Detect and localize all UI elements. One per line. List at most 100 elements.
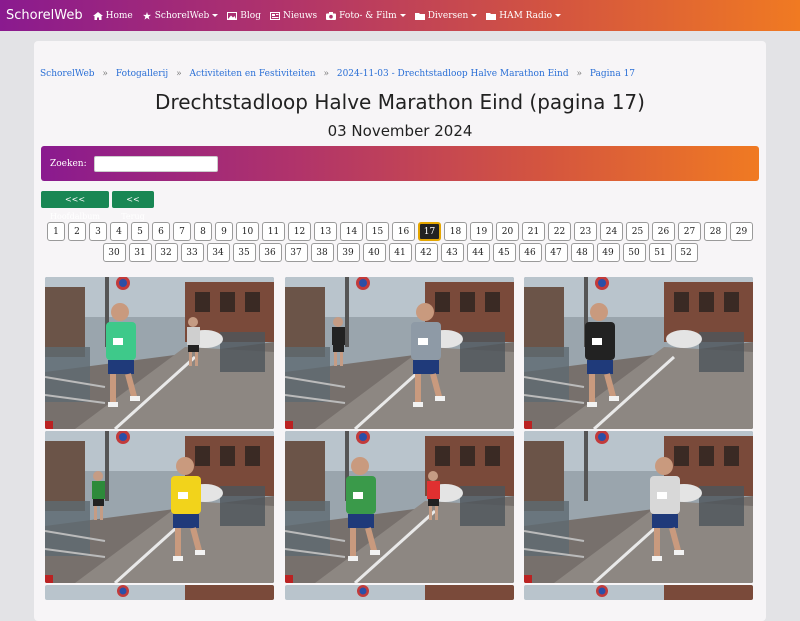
page-link-32[interactable]: 32 [154, 243, 178, 262]
nav-item-diversen[interactable]: Diversen [414, 10, 478, 21]
photo-thumbnail[interactable] [285, 585, 514, 600]
page-link-17[interactable]: 17 [418, 222, 441, 241]
page-link-15[interactable]: 15 [366, 222, 389, 241]
page-link-11[interactable]: 11 [262, 222, 285, 241]
back-button[interactable]: << Terug [112, 191, 154, 221]
page-link-7[interactable]: 7 [173, 222, 191, 241]
page-link-4[interactable]: 4 [110, 222, 128, 241]
nav-item-ham-radio[interactable]: HAM Radio [486, 10, 562, 21]
photo-thumbnail[interactable] [285, 277, 514, 429]
page-link-12[interactable]: 12 [288, 222, 311, 241]
page-link-26[interactable]: 26 [652, 222, 675, 241]
chevron-down-icon [212, 14, 219, 17]
page-link-40[interactable]: 40 [362, 243, 386, 262]
nav-item-blog[interactable]: Blog [227, 11, 261, 21]
pagination-row-2: 30 31 32 33 34 35 36 37 38 39 40 41 42 43 44 45 46 47 48 49… [0, 243, 800, 262]
photo-thumbnail[interactable] [524, 585, 753, 600]
page-link-22[interactable]: 22 [548, 222, 571, 241]
photo-thumbnail[interactable] [524, 277, 753, 429]
page-link-35[interactable]: 35 [232, 243, 256, 262]
search-input[interactable] [93, 155, 218, 172]
page-link-24[interactable]: 24 [600, 222, 623, 241]
chevron-down-icon [399, 14, 406, 17]
page-link-50[interactable]: 50 [622, 243, 646, 262]
page-link-46[interactable]: 46 [518, 243, 542, 262]
nav-item-schorelweb-label: SchorelWeb [154, 10, 210, 21]
page-link-39[interactable]: 39 [336, 243, 360, 262]
newspaper-icon [269, 11, 280, 20]
page-link-36[interactable]: 36 [258, 243, 282, 262]
page-link-49[interactable]: 49 [596, 243, 620, 262]
page-link-16[interactable]: 16 [392, 222, 415, 241]
main-album-button[interactable]: <<< Hoofdalbum [41, 191, 109, 221]
navbar-brand[interactable]: SchorelWeb [6, 8, 83, 23]
page-link-47[interactable]: 47 [544, 243, 568, 262]
page-link-45[interactable]: 45 [492, 243, 516, 262]
page-link-1[interactable]: 1 [47, 222, 65, 241]
page-link-48[interactable]: 48 [570, 243, 594, 262]
nav-item-home[interactable]: Home [92, 11, 133, 21]
breadcrumb-separator: » [102, 69, 108, 79]
nav-item-nieuws-label: Nieuws [282, 10, 318, 21]
camera-icon [326, 11, 337, 20]
page-link-43[interactable]: 43 [440, 243, 464, 262]
home-icon [92, 11, 103, 20]
chevron-down-icon [471, 14, 478, 17]
search-label: Zoeken: [50, 158, 87, 169]
page-link-27[interactable]: 27 [678, 222, 701, 241]
page-title: Drechtstadloop Halve Marathon Eind (pagi… [155, 90, 645, 114]
page-link-8[interactable]: 8 [194, 222, 212, 241]
photo-thumbnail[interactable] [45, 431, 274, 583]
folder-icon [414, 12, 425, 20]
page-link-20[interactable]: 20 [496, 222, 519, 241]
nav-item-ham-radio-label: HAM Radio [499, 10, 553, 21]
page-link-14[interactable]: 14 [340, 222, 363, 241]
page-link-41[interactable]: 41 [388, 243, 412, 262]
nav-item-foto-film-label: Foto- & Film [339, 10, 397, 21]
page-link-34[interactable]: 34 [206, 243, 230, 262]
star-icon [142, 11, 151, 20]
page-link-9[interactable]: 9 [215, 222, 233, 241]
page-link-30[interactable]: 30 [102, 243, 126, 262]
breadcrumb-separator: » [176, 69, 182, 79]
page-link-29[interactable]: 29 [730, 222, 753, 241]
page-link-19[interactable]: 19 [470, 222, 493, 241]
page-link-44[interactable]: 44 [466, 243, 490, 262]
photo-thumbnail[interactable] [524, 431, 753, 583]
page-link-10[interactable]: 10 [236, 222, 259, 241]
folder-icon [486, 12, 497, 20]
photo-thumbnail[interactable] [45, 585, 274, 600]
nav-item-nieuws[interactable]: Nieuws [269, 10, 318, 21]
page-link-18[interactable]: 18 [444, 222, 467, 241]
page-link-38[interactable]: 38 [310, 243, 334, 262]
breadcrumb-item-fotogallerij[interactable]: Fotogallerij [116, 69, 168, 79]
page-link-28[interactable]: 28 [704, 222, 727, 241]
page-link-6[interactable]: 6 [152, 222, 170, 241]
page-link-31[interactable]: 31 [128, 243, 152, 262]
page-link-52[interactable]: 52 [674, 243, 698, 262]
page-link-5[interactable]: 5 [131, 222, 149, 241]
nav-item-blog-label: Blog [240, 10, 261, 21]
page-link-37[interactable]: 37 [284, 243, 308, 262]
chevron-down-icon [555, 14, 562, 17]
page-link-33[interactable]: 33 [180, 243, 204, 262]
photo-thumbnail[interactable] [285, 431, 514, 583]
photo-thumbnail[interactable] [45, 277, 274, 429]
page-link-51[interactable]: 51 [648, 243, 672, 262]
breadcrumb-item-album[interactable]: 2024-11-03 - Drechtstadloop Halve Marath… [337, 69, 569, 79]
page-link-23[interactable]: 23 [574, 222, 597, 241]
page-link-21[interactable]: 21 [522, 222, 545, 241]
page-link-3[interactable]: 3 [89, 222, 107, 241]
nav-item-foto-film[interactable]: Foto- & Film [326, 11, 406, 21]
breadcrumb-item-page[interactable]: Pagina 17 [590, 69, 635, 79]
nav-item-diversen-label: Diversen [427, 10, 469, 21]
page-link-2[interactable]: 2 [68, 222, 86, 241]
nav-item-schorelweb[interactable]: SchorelWeb [142, 11, 219, 21]
breadcrumb-item-schorelweb[interactable]: SchorelWeb [40, 69, 95, 79]
breadcrumb-item-activiteiten[interactable]: Activiteiten en Festiviteiten [189, 69, 315, 79]
page-link-25[interactable]: 25 [626, 222, 649, 241]
page-link-42[interactable]: 42 [414, 243, 438, 262]
page-link-13[interactable]: 13 [314, 222, 337, 241]
album-date: 03 November 2024 [327, 122, 473, 140]
navbar: SchorelWeb Home SchorelWeb Blog Nieuws F… [0, 0, 800, 31]
